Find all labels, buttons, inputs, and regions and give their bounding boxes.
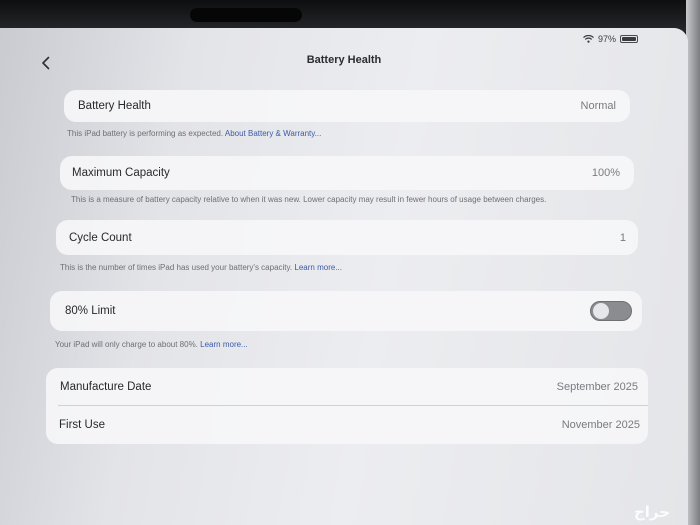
dates-group: Manufacture Date September 2025 First Us… bbox=[46, 368, 648, 444]
limit-80-toggle[interactable] bbox=[590, 301, 632, 321]
wifi-icon bbox=[583, 35, 594, 43]
battery-percentage: 97% bbox=[597, 34, 616, 44]
battery-health-label: Battery Health bbox=[78, 100, 151, 112]
maximum-capacity-row: Maximum Capacity 100% bbox=[60, 156, 634, 190]
cycle-count-row: Cycle Count 1 bbox=[56, 220, 638, 255]
device-edge bbox=[686, 0, 700, 525]
manufacture-date-value: September 2025 bbox=[556, 381, 638, 393]
battery-health-value: Normal bbox=[580, 100, 616, 112]
maximum-capacity-value: 100% bbox=[591, 167, 620, 179]
first-use-row: First Use November 2025 bbox=[59, 416, 640, 434]
about-battery-warranty-link[interactable]: About Battery & Warranty... bbox=[225, 129, 321, 138]
settings-screen: 97% Battery Health Battery Health Normal… bbox=[0, 28, 688, 525]
limit-80-note-text: Your iPad will only charge to about 80%. bbox=[55, 340, 198, 349]
battery-health-note: This iPad battery is performing as expec… bbox=[67, 129, 321, 138]
limit-80-learn-more-link[interactable]: Learn more... bbox=[200, 340, 248, 349]
manufacture-date-label: Manufacture Date bbox=[60, 381, 152, 393]
manufacture-date-row: Manufacture Date September 2025 bbox=[60, 378, 638, 396]
maximum-capacity-note: This is a measure of battery capacity re… bbox=[71, 195, 546, 204]
limit-80-row: 80% Limit bbox=[50, 291, 642, 331]
row-divider bbox=[58, 405, 648, 406]
maximum-capacity-note-text: This is a measure of battery capacity re… bbox=[71, 195, 547, 204]
limit-80-label: 80% Limit bbox=[65, 305, 116, 317]
first-use-label: First Use bbox=[59, 419, 105, 431]
camera-housing bbox=[190, 8, 302, 22]
cycle-count-learn-more-link[interactable]: Learn more... bbox=[294, 263, 342, 272]
cycle-count-label: Cycle Count bbox=[69, 231, 132, 244]
limit-80-note: Your iPad will only charge to about 80%.… bbox=[55, 340, 248, 349]
haraj-watermark: حراج bbox=[633, 503, 670, 521]
toggle-knob bbox=[593, 303, 609, 319]
cycle-count-note-text: This is the number of times iPad has use… bbox=[60, 263, 293, 272]
battery-icon bbox=[620, 35, 638, 43]
cycle-count-value: 1 bbox=[619, 231, 626, 244]
first-use-value: November 2025 bbox=[561, 419, 640, 431]
battery-health-row: Battery Health Normal bbox=[64, 90, 630, 122]
maximum-capacity-label: Maximum Capacity bbox=[72, 167, 170, 179]
battery-health-note-text: This iPad battery is performing as expec… bbox=[67, 129, 224, 138]
cycle-count-note: This is the number of times iPad has use… bbox=[60, 263, 342, 272]
status-bar: 97% bbox=[583, 34, 638, 44]
page-title: Battery Health bbox=[306, 54, 382, 66]
